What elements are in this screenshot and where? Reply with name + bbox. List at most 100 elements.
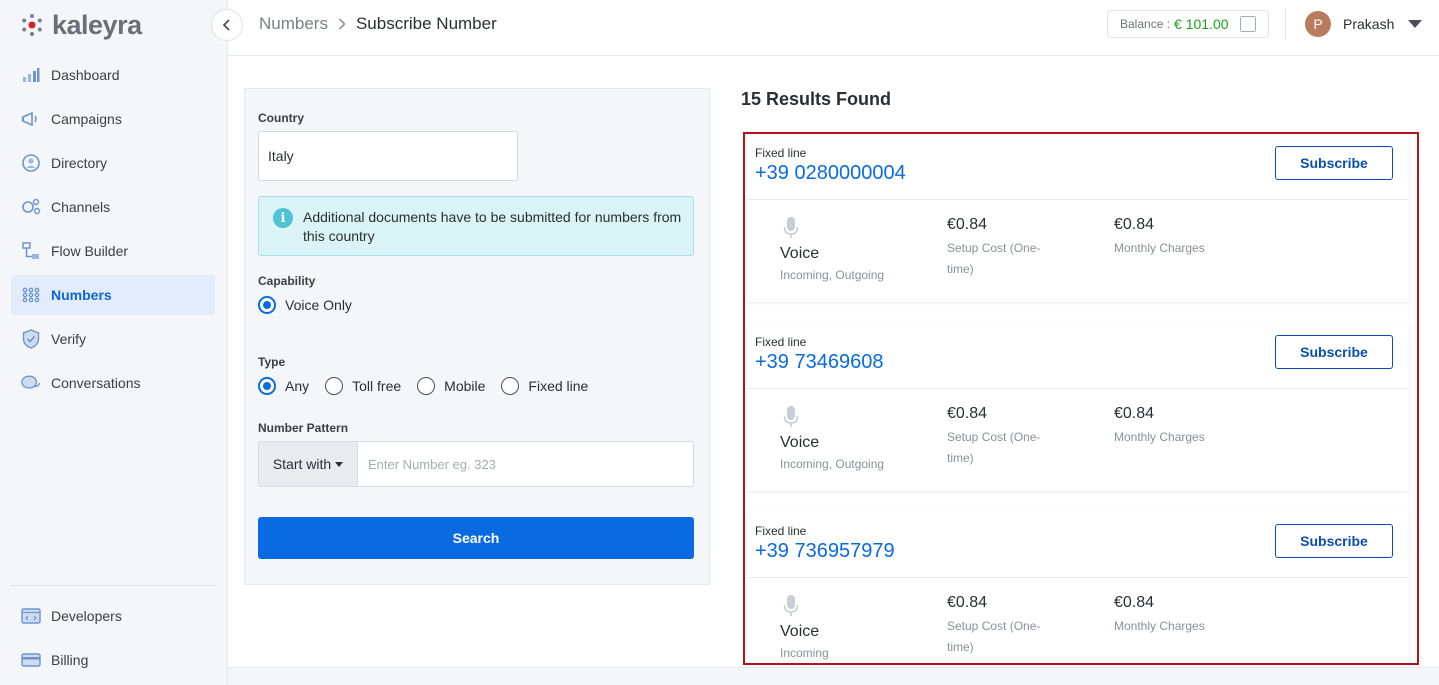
sidebar-item-channels[interactable]: Channels [11,187,215,227]
sidebar-item-label: Dashboard [51,67,120,83]
setup-cost-label: Setup Cost (One-time) [947,619,1041,654]
phone-number: +39 736957979 [755,540,895,562]
search-button[interactable]: Search [258,517,694,559]
radio-label: Voice Only [285,297,352,313]
microphone-icon [783,406,799,427]
alert-text: Additional documents have to be submitte… [303,209,682,244]
radio-selected-icon [258,377,276,395]
sidebar-item-campaigns[interactable]: Campaigns [11,99,215,139]
sidebar-item-label: Conversations [51,375,141,391]
radio-toll-free[interactable]: Toll free [325,377,401,395]
balance-label: Balance : [1120,17,1171,31]
sidebar-item-numbers[interactable]: Numbers [11,275,215,315]
results-list: Fixed line +39 0280000004 Subscribe Voic… [743,132,1419,665]
search-panel: Country Italy i Additional documents hav… [244,88,710,585]
chevron-right-icon [338,18,346,30]
sidebar-item-label: Numbers [51,287,112,303]
number-type: Fixed line [755,146,807,160]
setup-cost-value: €0.84 [947,216,988,233]
results-count-title: 15 Results Found [741,89,892,109]
radio-unselected-icon [501,377,520,395]
sidebar-item-developers[interactable]: Developers [11,596,215,636]
credit-card-icon [21,650,41,670]
capability-direction: Incoming, Outgoing [780,268,885,282]
caret-down-icon [335,461,344,467]
phone-number: +39 73469608 [755,351,884,373]
monthly-cost-value: €0.84 [1114,405,1155,422]
sidebar-item-billing[interactable]: Billing [11,640,215,680]
subscribe-button[interactable]: Subscribe [1275,146,1393,180]
radio-any[interactable]: Any [258,377,309,395]
capability-name: Voice [780,434,820,451]
sidebar-item-label: Flow Builder [51,243,129,259]
caret-down-icon [1408,20,1423,28]
kaleyra-logo-icon [22,14,42,36]
user-menu[interactable]: P Prakash [1305,11,1423,37]
pattern-mode-dropdown[interactable]: Start with [258,441,358,487]
megaphone-icon [21,109,41,129]
type-options: Any Toll free Mobile Fixed line [258,377,604,395]
microphone-icon [783,595,799,616]
brand-name: kaleyra [52,9,142,40]
user-name: Prakash [1343,16,1395,32]
result-card: Fixed line +39 0280000004 Subscribe Voic… [747,134,1409,302]
setup-cost-label: Setup Cost (One-time) [947,430,1041,465]
number-pattern-label: Number Pattern [258,421,349,435]
subscribe-button[interactable]: Subscribe [1275,335,1393,369]
code-window-icon [21,606,41,626]
subscribe-button[interactable]: Subscribe [1275,524,1393,558]
number-type: Fixed line [755,524,807,538]
monthly-cost-value: €0.84 [1114,594,1155,611]
horizontal-scrollbar[interactable] [228,667,1439,685]
monthly-cost-label: Monthly Charges [1114,619,1205,633]
capability-direction: Incoming [780,646,829,660]
balance-amount: € 101.00 [1174,16,1229,32]
phone-number: +39 0280000004 [755,162,906,184]
flow-icon [21,241,41,261]
number-pattern-input[interactable] [358,441,694,487]
capability-name: Voice [780,623,820,640]
setup-cost-value: €0.84 [947,594,988,611]
sidebar-bottom-nav: Developers Billing [11,596,215,684]
top-header: Numbers Subscribe Number Balance : € 101… [211,0,1439,56]
info-alert: i Additional documents have to be submit… [258,196,694,256]
sidebar-item-label: Campaigns [51,111,122,127]
header-divider [1285,8,1286,40]
breadcrumb: Numbers Subscribe Number [259,14,497,34]
sidebar-item-flow-builder[interactable]: Flow Builder [11,231,215,271]
country-field[interactable]: Italy [258,131,518,181]
result-card: Fixed line +39 73469608 Subscribe Voice … [747,323,1409,491]
number-pattern-group: Start with [258,441,694,487]
brand-logo[interactable]: kaleyra [20,10,142,40]
sidebar-item-verify[interactable]: Verify [11,319,215,359]
sidebar-collapse-button[interactable] [211,9,243,41]
radio-unselected-icon [417,377,436,395]
card-divider [747,577,1409,578]
sidebar-item-directory[interactable]: Directory [11,143,215,183]
capability-label: Capability [258,274,316,288]
radio-mobile[interactable]: Mobile [417,377,485,395]
bar-chart-icon [21,65,41,85]
chat-bubbles-icon [21,373,41,393]
page-title: Subscribe Number [355,14,497,33]
capability-options: Voice Only [258,296,368,314]
avatar: P [1305,11,1331,37]
shield-check-icon [21,329,41,349]
radio-label: Fixed line [528,378,589,394]
pattern-mode-value: Start with [272,456,332,472]
balance-widget[interactable]: Balance : € 101.00 [1107,10,1269,38]
radio-fixed-line[interactable]: Fixed line [501,377,588,395]
radio-label: Any [285,378,310,394]
monthly-cost-label: Monthly Charges [1114,430,1205,444]
radio-label: Toll free [352,378,402,394]
setup-cost-value: €0.84 [947,405,988,422]
breadcrumb-numbers-link[interactable]: Numbers [259,14,328,34]
sidebar-item-conversations[interactable]: Conversations [11,363,215,403]
country-label: Country [258,111,304,125]
monthly-cost-value: €0.84 [1114,216,1155,233]
info-icon: i [273,208,293,228]
setup-cost-label: Setup Cost (One-time) [947,241,1041,276]
add-funds-icon[interactable] [1240,16,1256,32]
radio-voice-only[interactable]: Voice Only [258,296,352,314]
sidebar-item-dashboard[interactable]: Dashboard [11,55,215,95]
